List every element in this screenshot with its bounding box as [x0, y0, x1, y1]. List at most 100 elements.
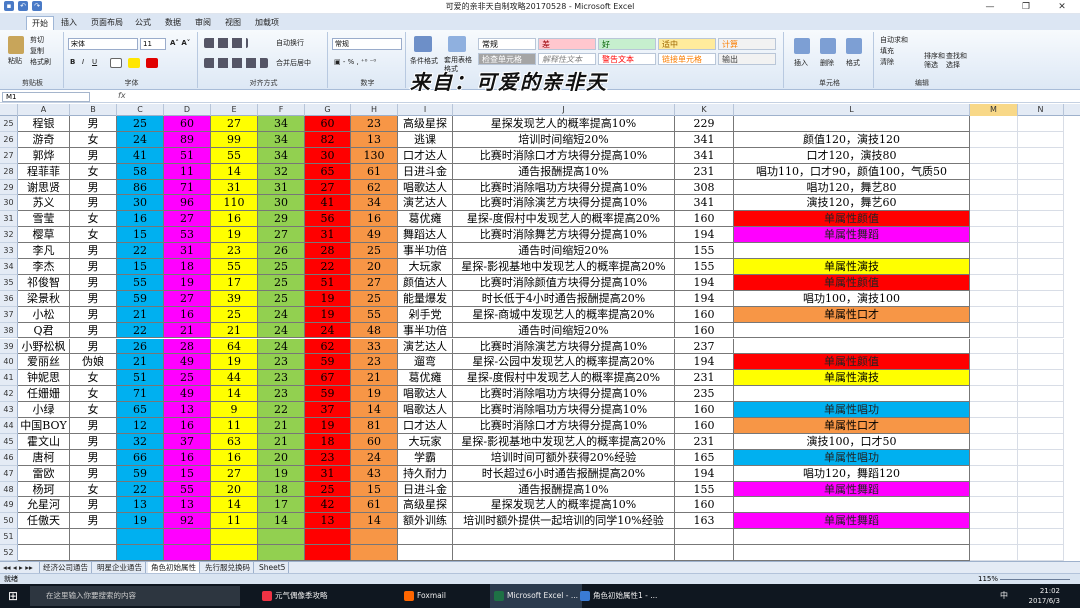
table-cell[interactable]	[970, 402, 1018, 418]
table-cell[interactable]: 341	[675, 147, 734, 164]
table-cell[interactable]	[734, 529, 970, 546]
table-cell[interactable]	[305, 529, 351, 546]
table-cell[interactable]: 单属性唱功	[734, 449, 970, 466]
table-cell[interactable]: 99	[211, 131, 258, 148]
table-cell[interactable]	[1018, 481, 1064, 498]
row-number[interactable]: 42	[0, 386, 18, 403]
table-cell[interactable]: 110	[211, 195, 258, 212]
table-cell[interactable]	[970, 449, 1018, 466]
table-cell[interactable]	[970, 513, 1018, 530]
row-number[interactable]: 27	[0, 147, 18, 164]
table-cell[interactable]: 16	[164, 417, 211, 434]
table-cell[interactable]: 星探-度假村中发现艺人的概率提高20%	[453, 370, 675, 387]
table-cell[interactable]: 单属性舞蹈	[734, 227, 970, 244]
table-cell[interactable]: 比赛时消除颜值方块得分提高10%	[453, 274, 675, 291]
merge-center-button[interactable]: 合并后居中	[276, 58, 311, 68]
column-header[interactable]: E	[211, 104, 258, 116]
table-cell[interactable]: 男	[70, 433, 117, 450]
table-cell[interactable]	[164, 529, 211, 546]
table-cell[interactable]: 61	[351, 497, 398, 514]
tab-home[interactable]: 开始	[26, 16, 54, 30]
table-cell[interactable]: 雷欧	[18, 465, 70, 482]
table-cell[interactable]: 24	[258, 338, 305, 355]
table-cell[interactable]: 19	[211, 227, 258, 244]
table-cell[interactable]: 单属性口才	[734, 417, 970, 434]
table-cell[interactable]: 41	[117, 147, 164, 164]
table-cell[interactable]: 女	[70, 211, 117, 228]
table-cell[interactable]: 口才达人	[398, 147, 453, 164]
table-cell[interactable]: 71	[164, 179, 211, 196]
table-cell[interactable]: 唱功120，舞蹈120	[734, 465, 970, 482]
row-number[interactable]: 31	[0, 211, 18, 228]
column-header[interactable]: L	[734, 104, 970, 116]
style-good[interactable]: 好	[598, 38, 656, 50]
table-cell[interactable]: 男	[70, 195, 117, 212]
table-cell[interactable]: 13	[164, 402, 211, 418]
table-cell[interactable]: 33	[351, 338, 398, 355]
find-select-button[interactable]: 查找和选择	[946, 52, 968, 70]
table-cell[interactable]: 25	[351, 243, 398, 260]
style-check-cell[interactable]: 检查单元格	[478, 53, 536, 65]
table-cell[interactable]: 24	[258, 322, 305, 339]
table-cell[interactable]	[970, 497, 1018, 514]
table-cell[interactable]: 34	[258, 116, 305, 132]
table-cell[interactable]: 9	[211, 402, 258, 418]
table-cell[interactable]: 时长超过6小时通告报酬提高20%	[453, 465, 675, 482]
table-cell[interactable]: 21	[351, 370, 398, 387]
table-cell[interactable]	[1018, 259, 1064, 275]
table-cell[interactable]: 160	[675, 211, 734, 228]
table-cell[interactable]: 苏义	[18, 195, 70, 212]
taskbar-item[interactable]: 角色初始属性1 - ...	[580, 584, 657, 608]
table-cell[interactable]: 14	[211, 163, 258, 180]
table-cell[interactable]: 14	[351, 402, 398, 418]
table-cell[interactable]: 31	[305, 227, 351, 244]
table-cell[interactable]: 男	[70, 259, 117, 275]
table-cell[interactable]: 唱功120，舞艺80	[734, 179, 970, 196]
wrap-text-button[interactable]: 自动换行	[276, 38, 304, 48]
row-number[interactable]: 48	[0, 481, 18, 498]
table-cell[interactable]: 星探-影视基地中发现艺人的概率提高20%	[453, 433, 675, 450]
table-cell[interactable]: 49	[164, 354, 211, 371]
name-box[interactable]: M1	[2, 92, 90, 102]
taskbar-item[interactable]: 元气偶像季攻略	[262, 584, 328, 608]
table-cell[interactable]: 62	[351, 179, 398, 196]
table-cell[interactable]: 女	[70, 370, 117, 387]
vertical-align-icon[interactable]	[204, 38, 248, 48]
table-cell[interactable]: 63	[211, 433, 258, 450]
horizontal-align-icon[interactable]	[204, 58, 268, 68]
table-cell[interactable]: 任傲天	[18, 513, 70, 530]
clear-button[interactable]: 清除	[880, 57, 894, 67]
table-cell[interactable]: 25	[164, 370, 211, 387]
table-cell[interactable]: 55	[117, 274, 164, 291]
table-cell[interactable]: 341	[675, 131, 734, 148]
table-cell[interactable]	[305, 545, 351, 561]
table-cell[interactable]: 17	[211, 274, 258, 291]
table-cell[interactable]: 霍文山	[18, 433, 70, 450]
table-cell[interactable]: 爱丽丝	[18, 354, 70, 371]
table-cell[interactable]: 男	[70, 338, 117, 355]
table-cell[interactable]: 颜值达人	[398, 274, 453, 291]
table-cell[interactable]: 22	[305, 259, 351, 275]
table-cell[interactable]	[1018, 354, 1064, 371]
table-cell[interactable]: 程银	[18, 116, 70, 132]
table-cell[interactable]	[1018, 116, 1064, 132]
delete-cells-icon[interactable]	[820, 38, 836, 54]
table-cell[interactable]: 31	[305, 465, 351, 482]
sheet-tab[interactable]: 经济公司通告	[40, 562, 92, 573]
table-cell[interactable]: 谢思贤	[18, 179, 70, 196]
table-cell[interactable]: 66	[117, 449, 164, 466]
table-cell[interactable]: 小松	[18, 306, 70, 323]
table-cell[interactable]	[1018, 322, 1064, 339]
sort-filter-button[interactable]: 排序和筛选	[924, 52, 946, 70]
table-cell[interactable]: 遛弯	[398, 354, 453, 371]
row-number[interactable]: 28	[0, 163, 18, 180]
table-cell[interactable]	[675, 545, 734, 561]
ime-indicator[interactable]: 中	[1000, 584, 1008, 608]
table-cell[interactable]: 18	[164, 259, 211, 275]
table-cell[interactable]: 27	[164, 290, 211, 307]
column-header[interactable]: F	[258, 104, 305, 116]
style-linked-cell[interactable]: 链接单元格	[658, 53, 716, 65]
table-cell[interactable]: 28	[164, 338, 211, 355]
insert-cells-button[interactable]: 插入	[794, 58, 808, 68]
font-color-icon[interactable]	[146, 58, 158, 68]
